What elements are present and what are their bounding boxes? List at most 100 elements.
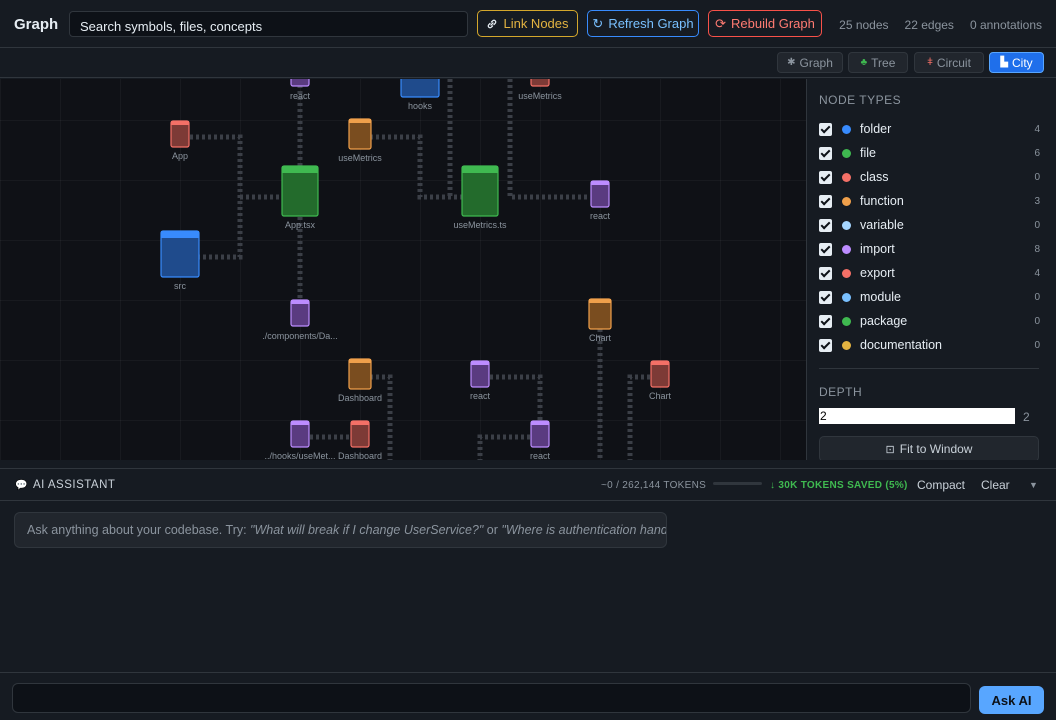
- view-graph-button[interactable]: ✱ Graph: [777, 52, 843, 73]
- checkbox[interactable]: [819, 266, 832, 280]
- fit-to-window-label: Fit to Window: [899, 442, 973, 456]
- node-type-package[interactable]: package 0: [819, 311, 1040, 331]
- compact-button[interactable]: Compact: [917, 478, 965, 492]
- hint-example-2: "Where is authentication handled?": [501, 523, 667, 537]
- node-type-label: package: [860, 314, 908, 328]
- ai-title-label: AI ASSISTANT: [32, 479, 116, 491]
- checkbox[interactable]: [819, 314, 832, 328]
- checkbox[interactable]: [819, 338, 832, 352]
- graph-node[interactable]: react: [590, 180, 611, 221]
- hint-example-1: "What will break if I change UserService…: [250, 523, 484, 537]
- node-label: Chart: [589, 333, 612, 343]
- checkbox[interactable]: [819, 242, 832, 256]
- fit-icon: ⊡: [885, 443, 895, 456]
- view-switcher: ✱ Graph ♣ Tree ǂ Circuit ▙ City: [0, 48, 1056, 78]
- graph-node[interactable]: Chart: [588, 298, 612, 343]
- view-tree-button[interactable]: ♣ Tree: [848, 52, 908, 73]
- graph-node[interactable]: useMetrics: [518, 79, 562, 101]
- graph-canvas[interactable]: react hooks useMetrics App useMetrics Ap…: [0, 79, 807, 460]
- node-type-count: 0: [1034, 291, 1040, 303]
- graph-node[interactable]: App.tsx: [281, 165, 319, 230]
- node-label: Dashboard: [338, 393, 382, 403]
- node-label: useMetrics: [338, 153, 382, 163]
- graph-node[interactable]: App: [170, 120, 190, 161]
- node-type-count: 4: [1034, 123, 1040, 135]
- graph-node[interactable]: Dashboard: [338, 420, 382, 460]
- checkbox[interactable]: [819, 122, 832, 136]
- view-circuit-button[interactable]: ǂ Circuit: [914, 52, 984, 73]
- graph-node[interactable]: Dashboard: [338, 358, 382, 403]
- graph-node[interactable]: ./components/Da...: [262, 299, 338, 341]
- chat-bubble-icon: 💬: [15, 479, 28, 491]
- node-type-module[interactable]: module 0: [819, 287, 1040, 307]
- edge-count: 22 edges: [904, 18, 954, 32]
- node-type-count: 0: [1034, 315, 1040, 327]
- node-type-function[interactable]: function 3: [819, 191, 1040, 211]
- view-city-button[interactable]: ▙ City: [989, 52, 1044, 73]
- checkbox[interactable]: [819, 194, 832, 208]
- refresh-graph-button[interactable]: ↻ Refresh Graph: [587, 10, 699, 37]
- refresh-graph-label: Refresh Graph: [608, 16, 694, 31]
- graph-node[interactable]: react: [530, 420, 551, 460]
- graph-node[interactable]: Chart: [649, 360, 672, 401]
- graph-node[interactable]: src: [160, 230, 200, 291]
- top-bar: Graph Search symbols, files, concepts Li…: [0, 0, 1056, 48]
- node-type-label: variable: [860, 218, 904, 232]
- color-dot: [842, 268, 851, 278]
- node-type-label: class: [860, 170, 889, 184]
- node-type-label: module: [860, 290, 901, 304]
- graph-node[interactable]: ../hooks/useMet...: [264, 420, 336, 460]
- ask-ai-button[interactable]: Ask AI: [979, 686, 1044, 714]
- node-type-documentation[interactable]: documentation 0: [819, 335, 1040, 355]
- checkbox[interactable]: [819, 290, 832, 304]
- graph-node[interactable]: useMetrics.ts: [453, 165, 507, 230]
- node-label: App.tsx: [285, 220, 316, 230]
- node-type-count: 4: [1034, 267, 1040, 279]
- ai-assistant-title: 💬 AI ASSISTANT: [15, 479, 115, 491]
- view-city-label: City: [1012, 55, 1033, 70]
- graph-node[interactable]: react: [290, 79, 311, 101]
- graph-edge: [627, 374, 650, 460]
- graph-edge: [370, 134, 470, 200]
- node-label: react: [470, 391, 491, 401]
- node-type-file[interactable]: file 6: [819, 143, 1040, 163]
- depth-slider[interactable]: 2: [819, 408, 1015, 424]
- collapse-chevron-icon[interactable]: ▼: [1029, 480, 1038, 490]
- node-type-import[interactable]: import 8: [819, 239, 1040, 259]
- rebuild-icon: ⟳: [715, 15, 727, 31]
- node-label: useMetrics: [518, 91, 562, 101]
- checkbox[interactable]: [819, 146, 832, 160]
- node-type-count: 0: [1034, 339, 1040, 351]
- color-dot: [842, 316, 851, 326]
- checkbox[interactable]: [819, 170, 832, 184]
- ai-assistant-header: 💬 AI ASSISTANT ~0 / 262,144 TOKENS ↓ 30K…: [0, 468, 1056, 501]
- node-label: hooks: [408, 101, 433, 111]
- node-type-export[interactable]: export 4: [819, 263, 1040, 283]
- node-type-class[interactable]: class 0: [819, 167, 1040, 187]
- node-type-folder[interactable]: folder 4: [819, 119, 1040, 139]
- node-label: src: [174, 281, 186, 291]
- rebuild-graph-button[interactable]: ⟳ Rebuild Graph: [708, 10, 822, 37]
- node-label: react: [590, 211, 611, 221]
- hint-prefix: Ask anything about your codebase. Try:: [27, 523, 251, 537]
- graph-node[interactable]: react: [470, 360, 491, 401]
- node-type-label: import: [860, 242, 895, 256]
- checkbox[interactable]: [819, 218, 832, 232]
- link-nodes-button[interactable]: Link Nodes: [477, 10, 578, 37]
- node-label: Chart: [649, 391, 672, 401]
- view-circuit-label: Circuit: [936, 55, 971, 70]
- node-type-count: 3: [1034, 195, 1040, 207]
- color-dot: [842, 196, 851, 206]
- search-input[interactable]: Search symbols, files, concepts: [69, 11, 468, 37]
- node-type-variable[interactable]: variable 0: [819, 215, 1040, 235]
- graph-icon: ✱: [787, 57, 796, 68]
- view-tree-label: Tree: [871, 55, 896, 70]
- graph-node[interactable]: useMetrics: [338, 118, 382, 163]
- ai-input-bar: Ask AI: [0, 672, 1056, 720]
- graph-node[interactable]: hooks: [400, 79, 440, 111]
- ai-chat-input[interactable]: [12, 683, 971, 713]
- filter-sidebar: NODE TYPES folder 4 file 6 class 0 funct…: [808, 79, 1056, 460]
- clear-button[interactable]: Clear: [981, 478, 1010, 492]
- node-type-count: 6: [1034, 147, 1040, 159]
- fit-to-window-button[interactable]: ⊡ Fit to Window: [819, 436, 1039, 460]
